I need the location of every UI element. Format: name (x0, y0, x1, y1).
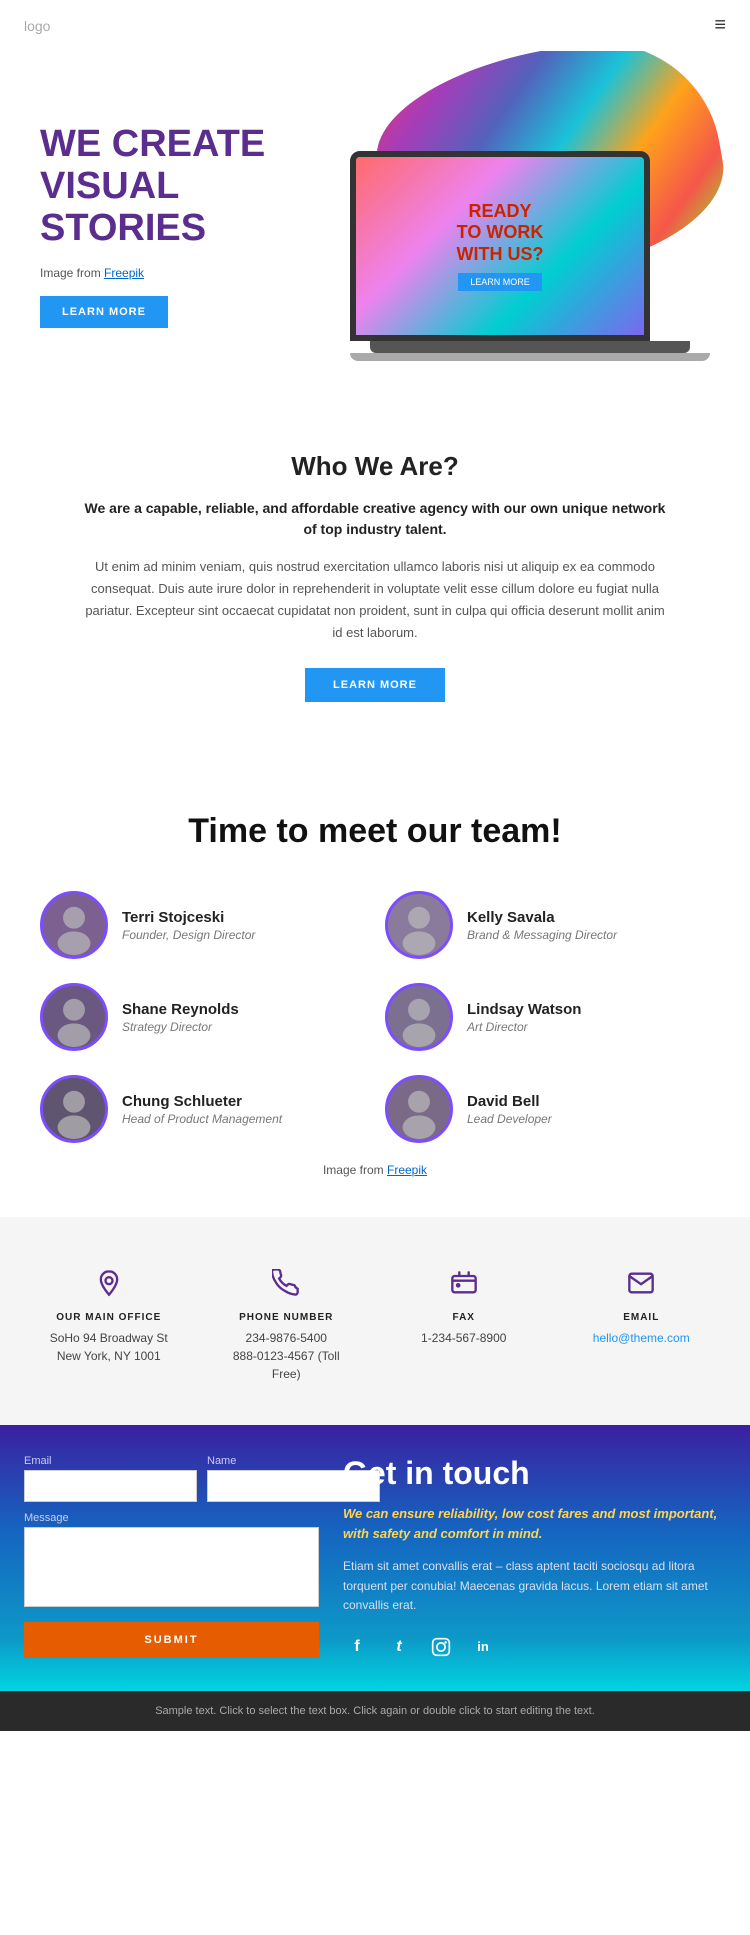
team-image-credit: Image from Freepik (40, 1163, 710, 1177)
member-role: Head of Product Management (122, 1112, 282, 1126)
laptop-screen-button: LEARN MORE (458, 273, 542, 291)
message-label: Message (24, 1512, 319, 1524)
get-in-touch-info: Get in touch We can ensure reliability, … (343, 1455, 726, 1661)
who-body-text: Ut enim ad minim veniam, quis nostrud ex… (80, 556, 670, 644)
linkedin-icon[interactable]: in (469, 1633, 497, 1661)
avatar (40, 983, 108, 1051)
submit-button[interactable]: SUBMIT (24, 1622, 319, 1658)
contact-icon (218, 1269, 356, 1304)
logo: logo (24, 18, 50, 34)
team-member: Chung Schlueter Head of Product Manageme… (40, 1075, 365, 1143)
team-member: Shane Reynolds Strategy Director (40, 983, 365, 1051)
who-title: Who We Are? (80, 451, 670, 482)
social-icons: f t in (343, 1633, 726, 1661)
who-section: Who We Are? We are a capable, reliable, … (0, 391, 750, 762)
contact-value: 234-9876-5400888-0123-4567 (Toll Free) (218, 1329, 356, 1383)
laptop-foot (350, 353, 710, 361)
member-name: Chung Schlueter (122, 1093, 282, 1110)
team-member: Kelly Savala Brand & Messaging Director (385, 891, 710, 959)
avatar (385, 891, 453, 959)
member-role: Art Director (467, 1020, 581, 1034)
laptop-screen: READY TO WORK WITH US? LEARN MORE (356, 157, 644, 335)
contact-card: PHONE NUMBER 234-9876-5400888-0123-4567 … (204, 1247, 370, 1405)
team-grid: Terri Stojceski Founder, Design Director… (40, 891, 710, 1143)
member-role: Founder, Design Director (122, 928, 255, 942)
contact-value: SoHo 94 Broadway StNew York, NY 1001 (40, 1329, 178, 1365)
get-in-touch-italic: We can ensure reliability, low cost fare… (343, 1504, 726, 1543)
hero-learn-more-button[interactable]: LEARN MORE (40, 296, 168, 328)
member-info: Shane Reynolds Strategy Director (122, 1001, 239, 1034)
contact-card: EMAIL hello@theme.com (559, 1247, 725, 1405)
contact-form: Email Name Message SUBMIT (24, 1455, 319, 1661)
laptop-base (370, 341, 690, 353)
avatar (40, 1075, 108, 1143)
email-input[interactable] (24, 1470, 197, 1502)
hamburger-icon[interactable]: ≡ (714, 14, 726, 37)
hero-image-credit: Image from Freepik (40, 266, 375, 280)
contact-label: PHONE NUMBER (218, 1312, 356, 1323)
get-in-touch-title: Get in touch (343, 1455, 726, 1492)
contact-label: OUR MAIN OFFICE (40, 1312, 178, 1323)
hero-section: WE CREATE VISUAL STORIES Image from Free… (0, 51, 750, 391)
contact-label: EMAIL (573, 1312, 711, 1323)
email-link[interactable]: hello@theme.com (593, 1331, 690, 1345)
contact-icon (395, 1269, 533, 1304)
team-section: Time to meet our team! Terri Stojceski F… (0, 762, 750, 1217)
avatar (385, 983, 453, 1051)
member-name: Kelly Savala (467, 909, 617, 926)
who-learn-more-button[interactable]: LEARN MORE (305, 668, 445, 702)
get-in-touch-body: Etiam sit amet convallis erat – class ap… (343, 1557, 726, 1615)
member-name: Terri Stojceski (122, 909, 255, 926)
footer: Sample text. Click to select the text bo… (0, 1691, 750, 1731)
avatar (40, 891, 108, 959)
contact-icon (40, 1269, 178, 1304)
member-info: Kelly Savala Brand & Messaging Director (467, 909, 617, 942)
who-bold-text: We are a capable, reliable, and affordab… (80, 498, 670, 540)
contact-icon (573, 1269, 711, 1304)
hero-left: WE CREATE VISUAL STORIES Image from Free… (40, 124, 375, 327)
laptop-screen-text: READY TO WORK WITH US? (457, 201, 544, 266)
email-group: Email (24, 1455, 197, 1502)
contact-label: FAX (395, 1312, 533, 1323)
contact-card: OUR MAIN OFFICE SoHo 94 Broadway StNew Y… (26, 1247, 192, 1405)
message-input[interactable] (24, 1527, 319, 1607)
freepik-link[interactable]: Freepik (104, 266, 144, 280)
laptop-mockup: READY TO WORK WITH US? LEARN MORE (350, 151, 710, 361)
team-freepik-link[interactable]: Freepik (387, 1163, 427, 1177)
member-info: Terri Stojceski Founder, Design Director (122, 909, 255, 942)
team-title: Time to meet our team! (40, 812, 710, 851)
team-member: Lindsay Watson Art Director (385, 983, 710, 1051)
twitter-icon[interactable]: t (385, 1633, 413, 1661)
member-name: Lindsay Watson (467, 1001, 581, 1018)
avatar (385, 1075, 453, 1143)
member-info: David Bell Lead Developer (467, 1093, 552, 1126)
member-role: Brand & Messaging Director (467, 928, 617, 942)
instagram-icon[interactable] (427, 1633, 455, 1661)
header: logo ≡ (0, 0, 750, 51)
hero-title: WE CREATE VISUAL STORIES (40, 124, 375, 249)
member-name: Shane Reynolds (122, 1001, 239, 1018)
hero-right: READY TO WORK WITH US? LEARN MORE (375, 91, 710, 361)
contact-cards: OUR MAIN OFFICE SoHo 94 Broadway StNew Y… (0, 1217, 750, 1405)
footer-text: Sample text. Click to select the text bo… (155, 1705, 595, 1717)
member-role: Lead Developer (467, 1112, 552, 1126)
member-info: Lindsay Watson Art Director (467, 1001, 581, 1034)
form-row-email-name: Email Name (24, 1455, 319, 1502)
get-in-touch-section: Email Name Message SUBMIT Get in touch W… (0, 1425, 750, 1691)
team-member: Terri Stojceski Founder, Design Director (40, 891, 365, 959)
member-role: Strategy Director (122, 1020, 239, 1034)
contact-card: FAX 1-234-567-8900 (381, 1247, 547, 1405)
member-info: Chung Schlueter Head of Product Manageme… (122, 1093, 282, 1126)
email-label: Email (24, 1455, 197, 1467)
laptop-screen-frame: READY TO WORK WITH US? LEARN MORE (350, 151, 650, 341)
contact-value: 1-234-567-8900 (395, 1329, 533, 1347)
contact-value: hello@theme.com (573, 1329, 711, 1347)
member-name: David Bell (467, 1093, 552, 1110)
facebook-icon[interactable]: f (343, 1633, 371, 1661)
team-member: David Bell Lead Developer (385, 1075, 710, 1143)
